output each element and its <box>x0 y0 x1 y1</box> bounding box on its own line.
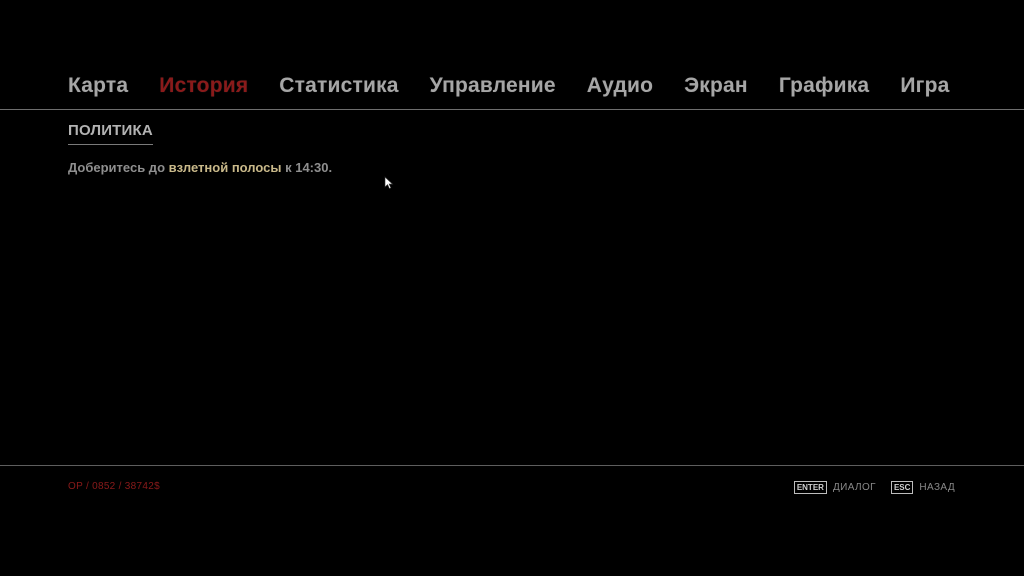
tab-controls[interactable]: Управление <box>430 74 556 98</box>
objective-text: Доберитесь до взлетной полосы к 14:30. <box>68 160 332 175</box>
history-section: ПОЛИТИКА Доберитесь до взлетной полосы к… <box>68 122 332 175</box>
tab-game[interactable]: Игра <box>900 74 949 98</box>
tab-audio[interactable]: Аудио <box>587 74 653 98</box>
tab-map[interactable]: Карта <box>68 74 128 98</box>
player-stats: OP / 0852 / 38742$ <box>68 481 160 492</box>
objective-highlight: взлетной полосы <box>168 160 282 175</box>
enter-key-icon: ENTER <box>793 481 827 494</box>
key-hints: ENTER ДИАЛОГ ESC НАЗАД <box>793 481 955 494</box>
section-title: ПОЛИТИКА <box>68 122 153 145</box>
back-hint-label: НАЗАД <box>919 482 955 493</box>
objective-prefix: Доберитесь до <box>68 160 169 175</box>
mouse-pointer-icon <box>384 176 394 190</box>
tab-graphics[interactable]: Графика <box>779 74 870 98</box>
top-divider <box>0 109 1024 110</box>
back-hint[interactable]: ESC НАЗАД <box>890 481 955 494</box>
bottom-divider <box>0 465 1024 466</box>
esc-key-icon: ESC <box>890 481 914 494</box>
dialog-hint[interactable]: ENTER ДИАЛОГ <box>793 481 876 494</box>
tab-display[interactable]: Экран <box>684 74 748 98</box>
tab-statistics[interactable]: Статистика <box>279 74 398 98</box>
top-menu-tabs: Карта История Статистика Управление Ауди… <box>68 70 968 102</box>
dialog-hint-label: ДИАЛОГ <box>832 482 876 493</box>
tab-history[interactable]: История <box>159 74 248 98</box>
objective-suffix: к 14:30. <box>281 160 333 175</box>
